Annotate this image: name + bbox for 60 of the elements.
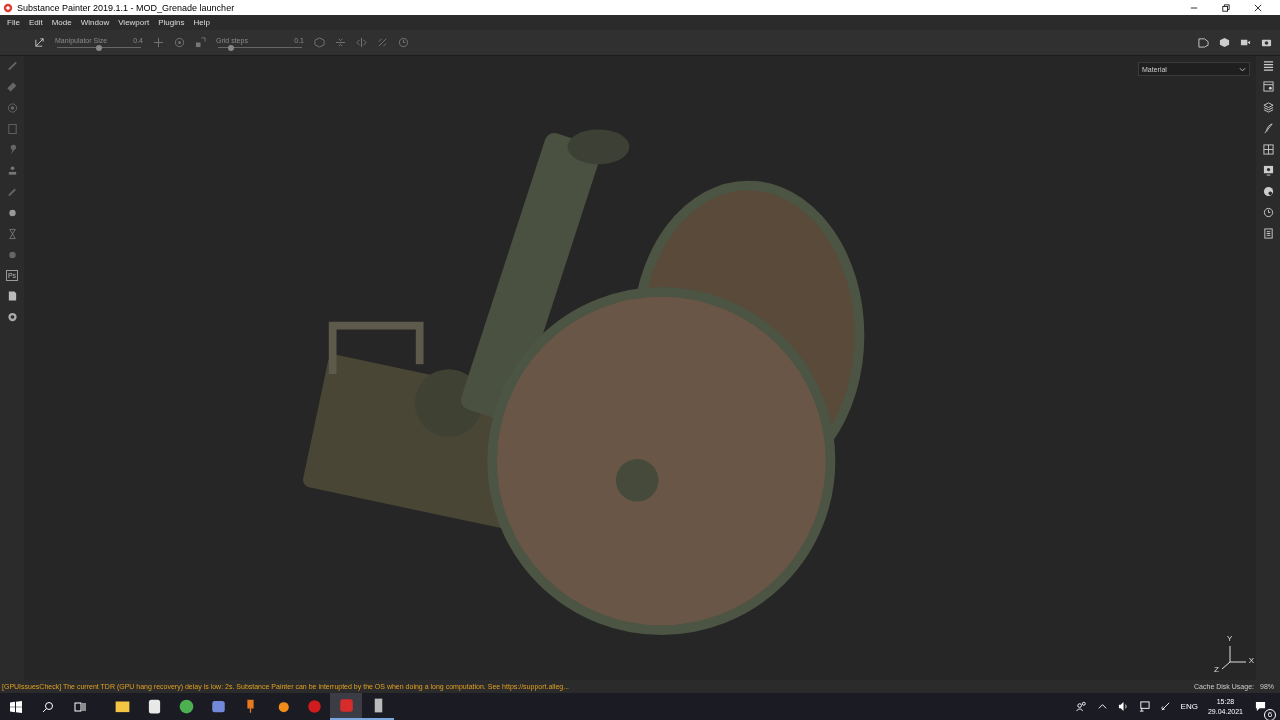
feather-icon[interactable] [1262,123,1274,134]
close-icon[interactable] [1254,3,1262,12]
rotate-icon[interactable] [174,37,185,48]
network-icon[interactable] [1138,701,1150,712]
history-icon[interactable] [1262,207,1274,218]
transform-icon[interactable] [34,37,45,48]
axis-label: Y [1227,634,1233,643]
menu-item[interactable]: Window [77,18,116,27]
reset-icon[interactable] [398,37,409,48]
axis-label: X [1248,656,1254,665]
browser-icon [178,699,194,714]
language-indicator[interactable]: ENG [1180,702,1198,711]
globe-icon[interactable] [1262,186,1274,197]
people-icon[interactable] [1075,701,1087,712]
symmetry-icon[interactable] [377,37,388,48]
slider-handle[interactable] [96,44,102,51]
list-icon[interactable] [1262,60,1274,71]
shelf-icon[interactable] [1262,81,1274,92]
brush-icon[interactable] [6,60,18,72]
pen-icon[interactable] [1159,701,1171,712]
scale-icon[interactable] [195,37,206,48]
color-picker-icon[interactable] [6,186,18,198]
log-icon[interactable] [1262,228,1274,239]
align-icon[interactable] [335,37,346,48]
window-title: Substance Painter 2019.1.1 - MOD_Grenade launcher [17,2,236,13]
document-icon [146,699,162,714]
square-icon [338,698,354,713]
layers-icon[interactable] [1262,102,1274,113]
restore-icon[interactable] [1222,3,1230,12]
grid-icon[interactable] [1262,144,1274,155]
projection-icon[interactable] [6,102,18,114]
search-icon[interactable] [42,700,54,713]
axis-label: Z [1214,665,1219,674]
chevron-up-icon[interactable] [1096,701,1108,712]
menu-item[interactable]: Plugins [155,18,191,27]
menu-item[interactable]: Mode [48,18,78,27]
hourglass-icon[interactable] [6,228,18,240]
video-camera-icon[interactable] [1240,37,1251,48]
chat-icon [210,699,226,714]
notification-badge: 6 [1264,708,1276,720]
menu-item[interactable]: Help [190,18,216,27]
cube-icon[interactable] [1219,37,1230,48]
menu-item[interactable]: Edit [25,18,49,27]
folder-icon [114,699,130,714]
task-view-icon[interactable] [74,700,86,713]
windows-start-icon[interactable] [10,700,22,713]
speaker-icon[interactable] [1117,701,1129,712]
menu-item[interactable]: File [4,18,26,27]
notification-icon[interactable] [1255,700,1266,712]
menu-item[interactable]: Viewport [115,18,156,27]
move-icon[interactable] [153,37,164,48]
slider-handle[interactable] [227,44,234,51]
stamp-icon[interactable] [6,165,18,177]
mirror-icon[interactable] [356,37,367,48]
monitor-icon[interactable] [1262,165,1274,176]
circle-icon[interactable] [6,249,18,261]
settings-icon[interactable] [6,311,18,323]
document-icon[interactable] [6,290,18,302]
caret-icon [1239,66,1246,72]
camera-icon[interactable] [1261,37,1272,48]
